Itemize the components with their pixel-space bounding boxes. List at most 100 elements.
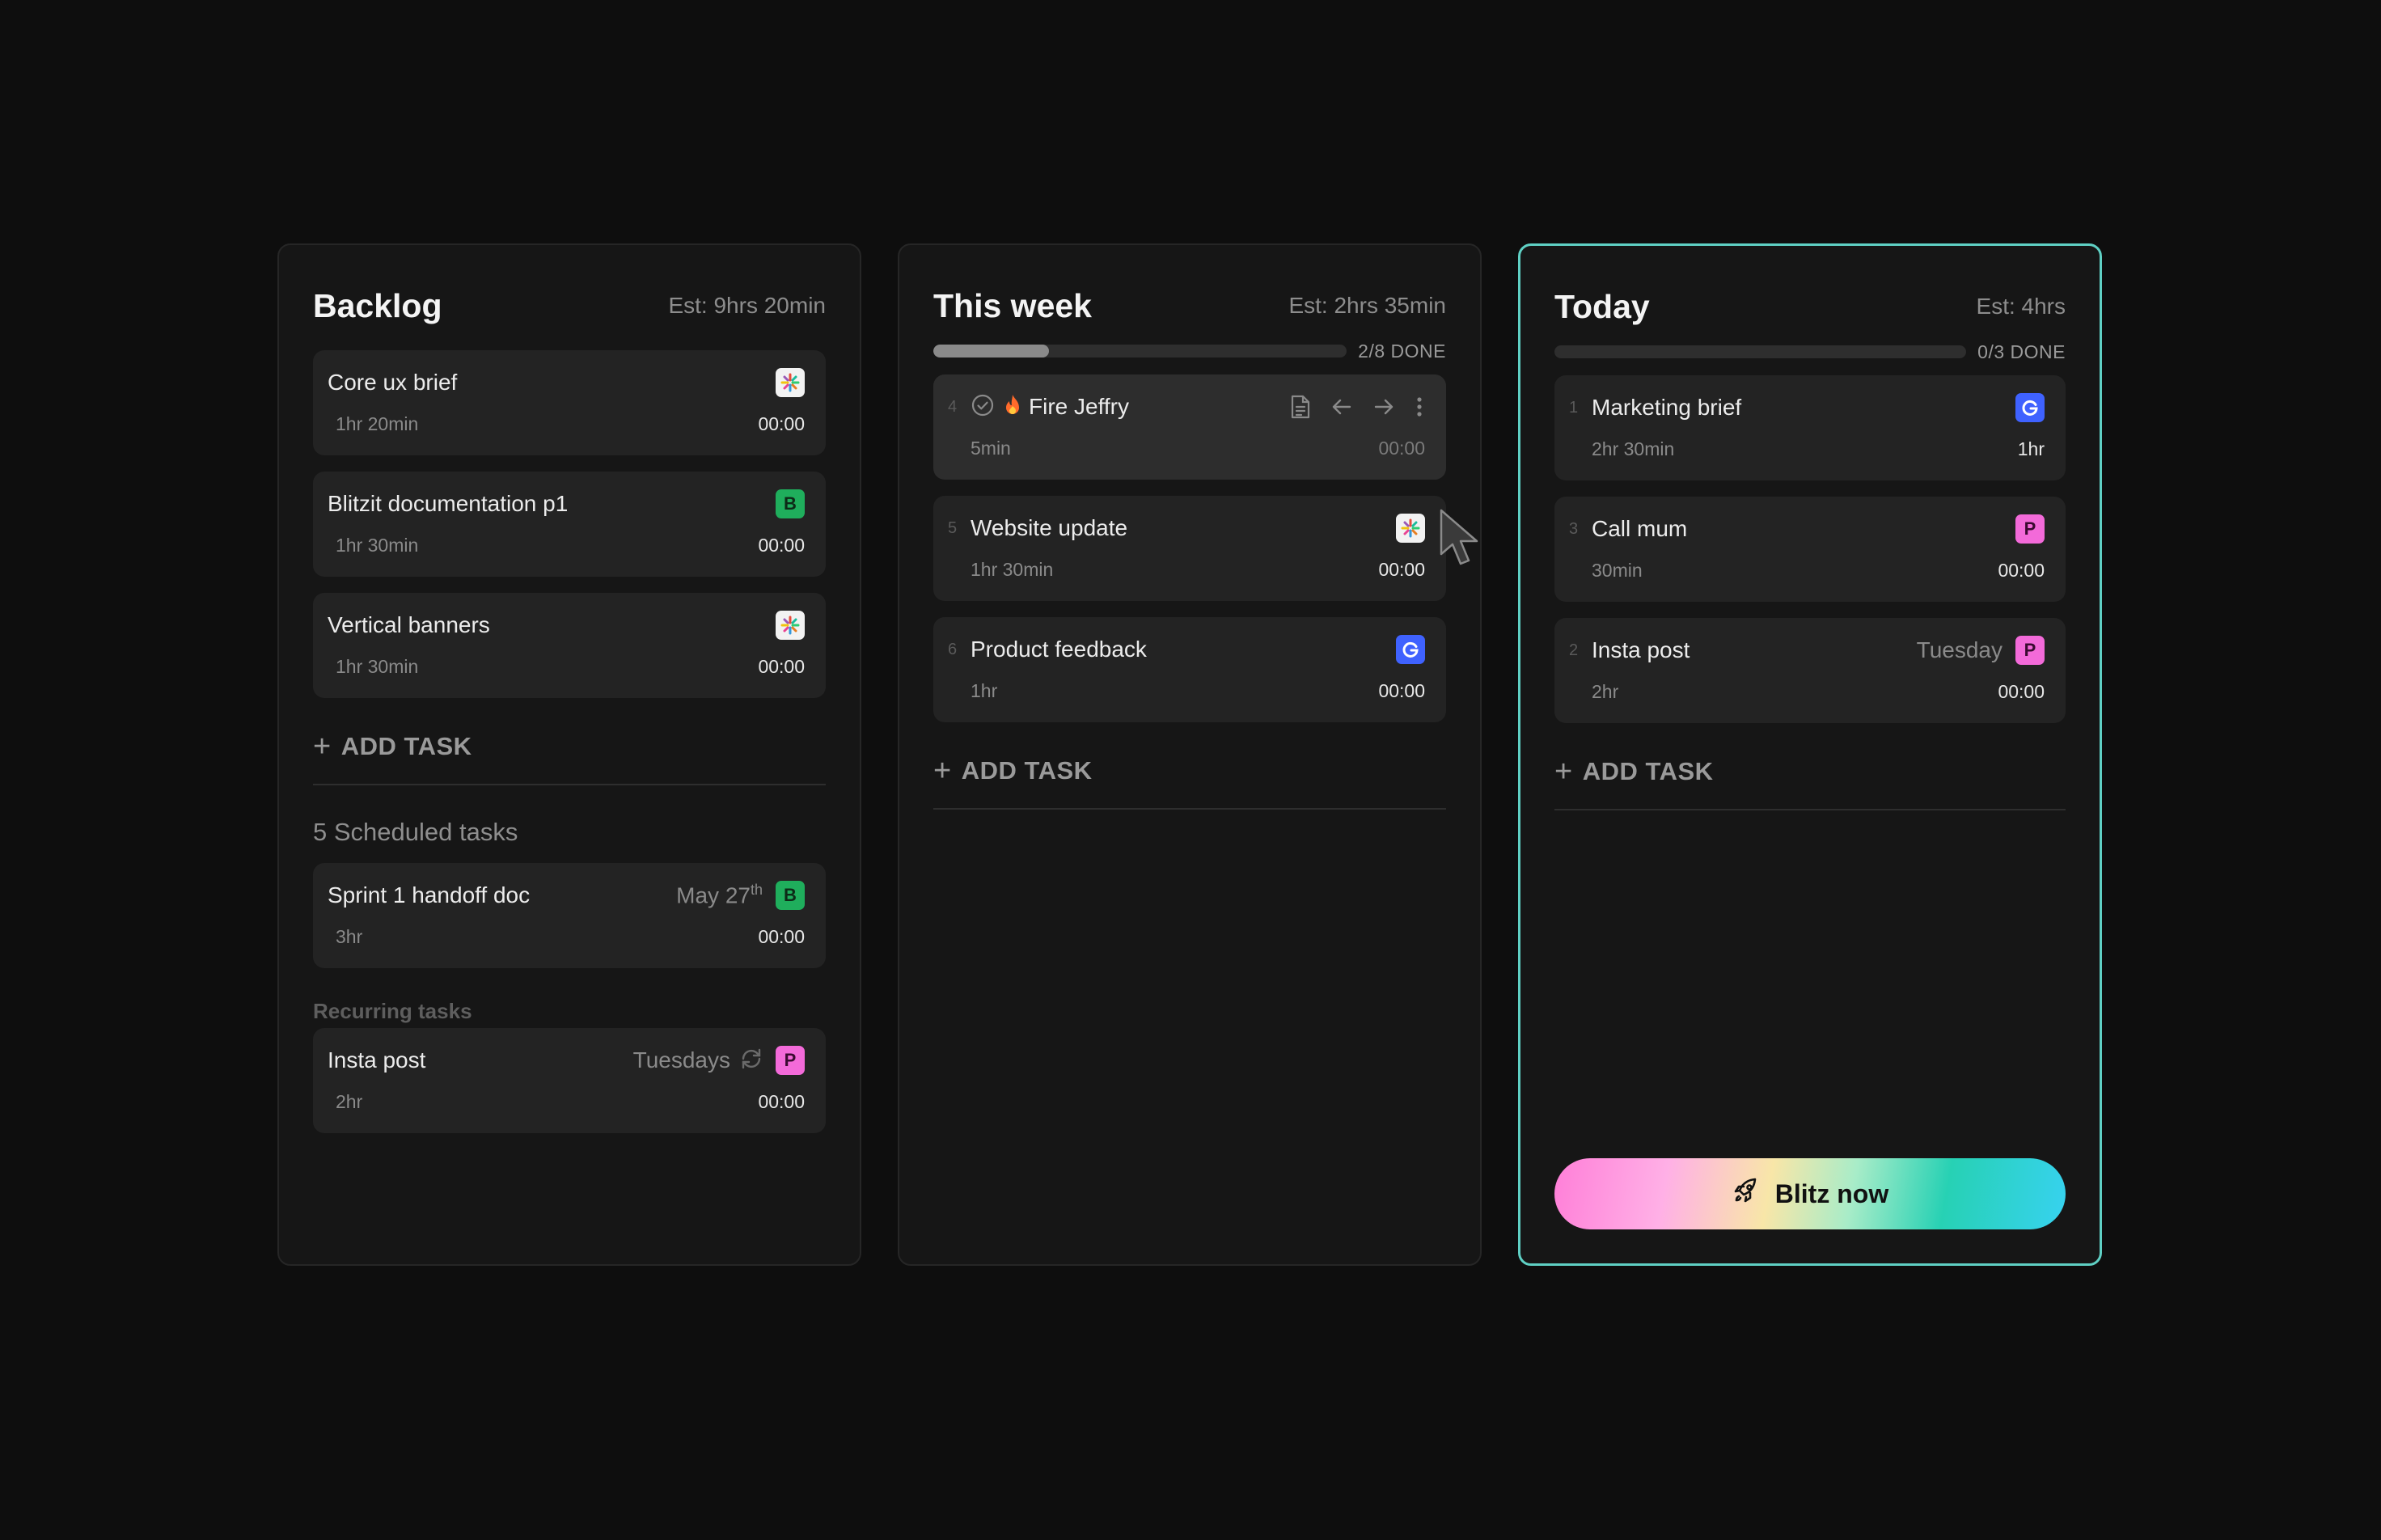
- task-estimate: 30min: [1592, 559, 1643, 581]
- task-estimate: 2hr: [1592, 680, 1619, 702]
- task-title: Fire Jeffry: [1029, 394, 1129, 419]
- task-estimate: 1hr 20min: [336, 412, 419, 434]
- task-board: Backlog Est: 9hrs 20min Core ux brief 1h…: [277, 243, 2102, 1266]
- check-circle-icon[interactable]: [971, 393, 995, 421]
- rocket-icon: [1732, 1176, 1761, 1212]
- flower-icon[interactable]: [776, 368, 805, 397]
- task-actions: [1289, 394, 1425, 420]
- task-title: Vertical banners: [328, 612, 490, 637]
- task-card-top: Blitzit documentation p1 B: [328, 486, 805, 522]
- task-estimate: 1hr 30min: [336, 655, 419, 677]
- task-card[interactable]: 2 Insta post Tuesday P 2hr 00:00: [1554, 618, 2066, 723]
- recurring-section-title: Recurring tasks: [313, 999, 472, 1023]
- task-timer: 00:00: [1378, 558, 1425, 580]
- progress-fill: [933, 345, 1050, 358]
- progress-bar: [933, 345, 1347, 358]
- divider: [933, 808, 1446, 810]
- task-card[interactable]: 4 Fire Jeffry 5min 00:00: [933, 374, 1446, 480]
- add-task-button[interactable]: + ADD TASK: [1554, 747, 2066, 796]
- task-card-bottom: 3hr 00:00: [328, 924, 805, 949]
- progress-label: 0/3 DONE: [1977, 341, 2066, 362]
- task-card[interactable]: Sprint 1 handoff doc May 27th B 3hr 00:0…: [313, 863, 826, 968]
- task-title: Product feedback: [971, 637, 1147, 662]
- progress-bar: [1554, 345, 1967, 358]
- task-number: 4: [948, 397, 958, 416]
- progress-label: 2/8 DONE: [1358, 340, 1446, 362]
- mouse-cursor-icon: [1438, 507, 1490, 573]
- task-timer: 00:00: [758, 412, 805, 434]
- task-card[interactable]: Insta post Tuesdays P 2hr 00:00: [313, 1028, 826, 1133]
- project-badge[interactable]: P: [2015, 514, 2045, 544]
- fire-icon: [1003, 393, 1022, 421]
- divider: [313, 784, 826, 785]
- add-task-label: ADD TASK: [1582, 757, 1714, 785]
- add-task-label: ADD TASK: [961, 756, 1093, 785]
- task-card-top: 5 Website update: [948, 510, 1425, 546]
- task-card-bottom: 5min 00:00: [948, 436, 1425, 460]
- blitz-now-button[interactable]: Blitz now: [1554, 1158, 2066, 1229]
- add-task-button[interactable]: + ADD TASK: [313, 722, 826, 771]
- backlog-header: Backlog Est: 9hrs 20min: [313, 277, 826, 334]
- task-card-top: Insta post Tuesdays P: [328, 1043, 805, 1078]
- task-card-top: 2 Insta post Tuesday P: [1569, 632, 2045, 668]
- column-title: Backlog: [313, 286, 442, 324]
- task-card-top: Vertical banners: [328, 607, 805, 643]
- task-card-bottom: 2hr 00:00: [328, 1089, 805, 1114]
- google-icon[interactable]: [1396, 635, 1425, 664]
- flower-icon[interactable]: [1396, 514, 1425, 543]
- task-number: 5: [948, 518, 958, 537]
- scheduled-section-title[interactable]: 5 Scheduled tasks: [313, 818, 826, 858]
- this-week-header: This week Est: 2hrs 35min: [933, 277, 1446, 334]
- task-title: Website update: [971, 515, 1128, 540]
- task-title: Blitzit documentation p1: [328, 491, 569, 516]
- flower-icon[interactable]: [776, 611, 805, 640]
- task-card[interactable]: 5 Website update 1hr 30min 00:00: [933, 496, 1446, 601]
- project-badge[interactable]: B: [776, 489, 805, 518]
- more-vertical-icon[interactable]: [1414, 395, 1425, 419]
- divider: [1554, 809, 2066, 810]
- task-card[interactable]: Vertical banners 1hr 30min 00:00: [313, 593, 826, 698]
- project-badge[interactable]: P: [2015, 636, 2045, 665]
- task-timer: 1hr: [2017, 438, 2045, 459]
- arrow-left-icon[interactable]: [1330, 395, 1354, 419]
- task-card-bottom: 1hr 20min 00:00: [328, 412, 805, 436]
- task-card[interactable]: Core ux brief 1hr 20min 00:00: [313, 350, 826, 455]
- task-title: Core ux brief: [328, 370, 458, 395]
- task-estimate: 2hr: [336, 1090, 363, 1112]
- task-card-top: 3 Call mum P: [1569, 511, 2045, 547]
- task-estimate: 2hr 30min: [1592, 438, 1675, 459]
- column-estimate: Est: 2hrs 35min: [1288, 293, 1446, 318]
- task-estimate: 3hr: [336, 925, 363, 947]
- task-number: 1: [1569, 398, 1579, 417]
- this-week-column: This week Est: 2hrs 35min 2/8 DONE 4 Fir…: [898, 243, 1482, 1266]
- backlog-column: Backlog Est: 9hrs 20min Core ux brief 1h…: [277, 243, 861, 1266]
- task-timer: 00:00: [1998, 559, 2045, 581]
- task-title: Sprint 1 handoff doc: [328, 882, 531, 908]
- add-task-label: ADD TASK: [340, 732, 472, 760]
- task-estimate: 1hr 30min: [971, 558, 1054, 580]
- this-week-task-list: 4 Fire Jeffry 5min 00:00 5 Website updat…: [933, 374, 1446, 722]
- project-badge[interactable]: B: [776, 881, 805, 910]
- task-timer: 00:00: [1378, 679, 1425, 701]
- task-timer: 00:00: [758, 534, 805, 556]
- task-card[interactable]: 3 Call mum P 30min 00:00: [1554, 497, 2066, 602]
- task-card-top: Core ux brief: [328, 365, 805, 400]
- task-card[interactable]: 1 Marketing brief 2hr 30min 1hr: [1554, 375, 2066, 480]
- progress-row: 2/8 DONE: [933, 339, 1446, 363]
- progress-row: 0/3 DONE: [1554, 340, 2066, 364]
- task-timer: 00:00: [758, 925, 805, 947]
- plus-icon: +: [313, 729, 332, 764]
- repeat-icon: [738, 1046, 764, 1076]
- plus-icon: +: [933, 753, 952, 788]
- task-card[interactable]: 6 Product feedback 1hr 00:00: [933, 617, 1446, 722]
- note-icon[interactable]: [1289, 394, 1312, 420]
- project-badge[interactable]: P: [776, 1046, 805, 1075]
- task-title: Call mum: [1592, 516, 1688, 541]
- task-card[interactable]: Blitzit documentation p1 B 1hr 30min 00:…: [313, 472, 826, 577]
- task-timer: 00:00: [758, 655, 805, 677]
- arrow-right-icon[interactable]: [1372, 395, 1396, 419]
- add-task-button[interactable]: + ADD TASK: [933, 747, 1446, 795]
- google-icon[interactable]: [2015, 393, 2045, 422]
- task-title: Insta post: [328, 1047, 426, 1072]
- column-estimate: Est: 9hrs 20min: [668, 293, 826, 318]
